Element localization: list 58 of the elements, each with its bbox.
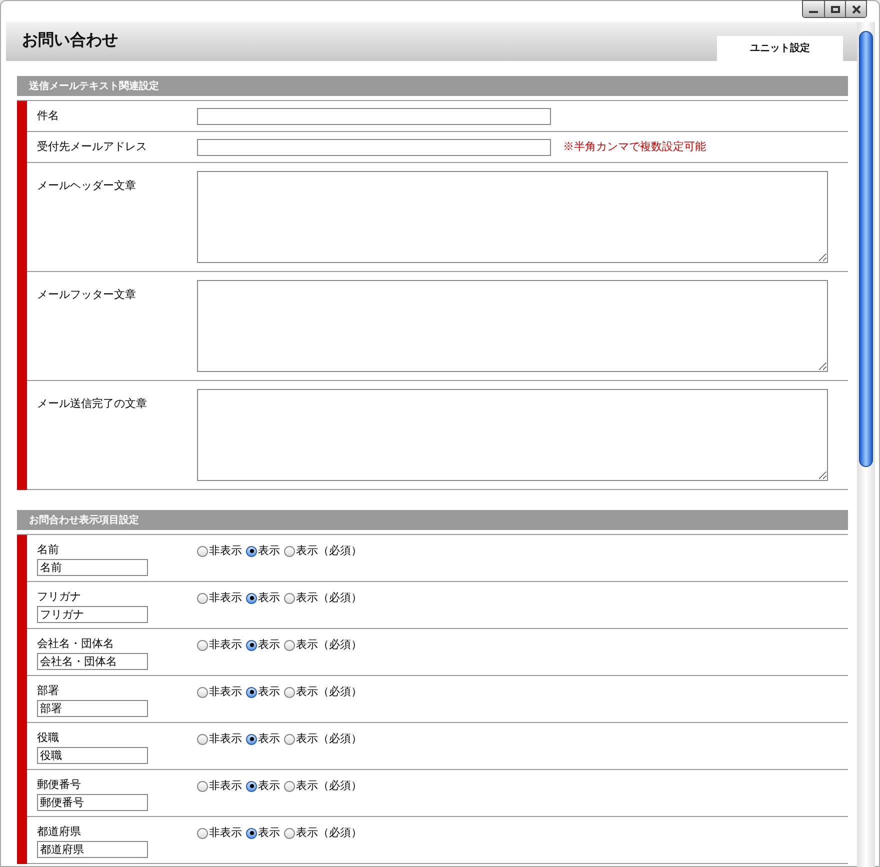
radio-option[interactable]: 非表示 xyxy=(197,825,242,842)
close-icon xyxy=(852,4,860,14)
field-label: 件名 xyxy=(37,108,59,124)
radio-option[interactable]: 表示 xyxy=(246,825,280,842)
note-text: ※半角カンマで複数設定可能 xyxy=(563,140,706,155)
radio-option[interactable]: 表示 xyxy=(246,778,280,794)
item-label: 部署 xyxy=(37,684,60,698)
section-header: 送信メールテキスト関連設定 xyxy=(17,76,848,96)
section-header: お問合わせ表示項目設定 xyxy=(17,510,848,530)
radio-option[interactable]: 表示（必須） xyxy=(284,731,362,748)
radio-option[interactable]: 非表示 xyxy=(197,637,242,654)
field-label: メールフッター文章 xyxy=(37,289,136,301)
radio-option[interactable]: 非表示 xyxy=(197,778,242,794)
item-label: 都道府県 xyxy=(37,825,82,839)
radio-option[interactable]: 表示（必須） xyxy=(284,684,362,700)
maximize-icon xyxy=(830,6,840,12)
radio-option[interactable]: 非表示 xyxy=(197,731,242,748)
label-field[interactable]: フリガナ xyxy=(37,606,148,623)
radio-option[interactable]: 表示 xyxy=(246,684,280,700)
scroll-thumb[interactable] xyxy=(859,31,873,467)
field-label: メールヘッダー文章 xyxy=(37,180,136,192)
item-label: 名前 xyxy=(37,543,60,557)
radio-option[interactable]: 表示（必須） xyxy=(284,543,362,560)
text-field[interactable] xyxy=(197,138,551,156)
text-area[interactable] xyxy=(197,280,828,372)
scrollbar[interactable] xyxy=(857,22,875,867)
minimize-icon xyxy=(809,11,818,13)
text-area[interactable] xyxy=(197,171,828,263)
maximize-button[interactable] xyxy=(824,1,845,17)
label-field[interactable]: 部署 xyxy=(37,700,148,717)
radio-option[interactable]: 表示（必須） xyxy=(284,590,362,606)
label-field[interactable]: 役職 xyxy=(37,747,148,764)
field-label: 受付先メールアドレス xyxy=(37,140,147,155)
minimize-button[interactable] xyxy=(803,1,824,17)
unit-settings-tab[interactable]: ユニット設定 xyxy=(717,36,843,61)
field-label: メール送信完了の文章 xyxy=(37,398,147,410)
radio-option[interactable]: 表示（必須） xyxy=(284,778,362,794)
text-area[interactable] xyxy=(197,389,828,481)
radio-option[interactable]: 表示 xyxy=(246,637,280,654)
radio-option[interactable]: 表示（必須） xyxy=(284,825,362,842)
radio-option[interactable]: 非表示 xyxy=(197,590,242,606)
radio-option[interactable]: 表示 xyxy=(246,731,280,748)
item-label: 役職 xyxy=(37,731,60,745)
label-field[interactable]: 都道府県 xyxy=(37,841,148,858)
item-label: 郵便番号 xyxy=(37,778,82,792)
radio-option[interactable]: 非表示 xyxy=(197,684,242,700)
text-field[interactable] xyxy=(197,108,551,124)
close-button[interactable] xyxy=(845,1,866,17)
radio-option[interactable]: 表示 xyxy=(246,543,280,560)
radio-option[interactable]: 表示 xyxy=(246,590,280,606)
page-title: お問い合わせ xyxy=(21,30,118,51)
label-field[interactable]: 会社名・団体名 xyxy=(37,653,148,670)
radio-option[interactable]: 非表示 xyxy=(197,543,242,560)
item-label: フリガナ xyxy=(37,590,82,604)
item-label: 会社名・団体名 xyxy=(37,637,115,651)
radio-option[interactable]: 表示（必須） xyxy=(284,637,362,654)
label-field[interactable]: 名前 xyxy=(37,559,148,576)
label-field[interactable]: 郵便番号 xyxy=(37,794,148,811)
